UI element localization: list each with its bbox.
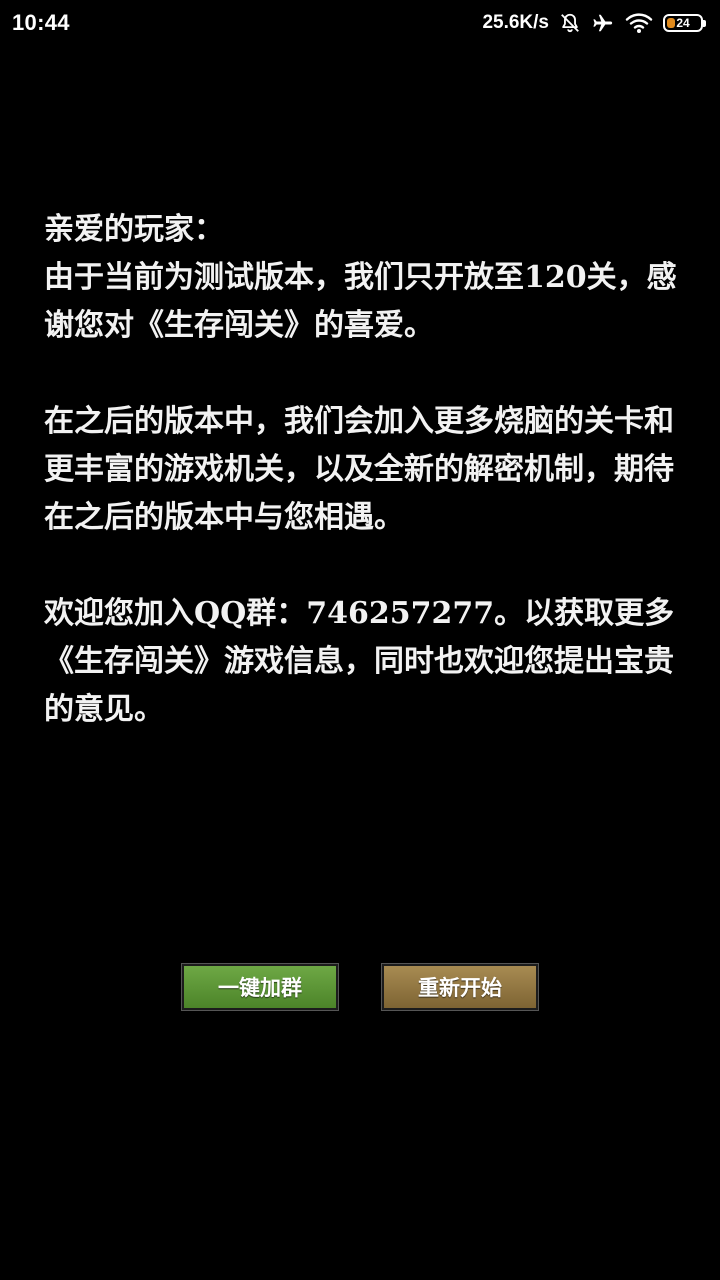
wifi-icon xyxy=(625,12,653,34)
notice-paragraph-1: 亲爱的玩家： 由于当前为测试版本，我们只开放至120关，感谢您对《生存闯关》的喜爱… xyxy=(44,206,684,350)
join-group-button[interactable]: 一键加群 xyxy=(181,963,339,1011)
battery-level: 24 xyxy=(676,16,690,30)
status-bar: 10:44 25.6K/s 24 xyxy=(0,0,720,46)
greeting-text: 亲爱的玩家： xyxy=(44,212,224,247)
bell-muted-icon xyxy=(559,12,581,34)
status-icons: 25.6K/s 24 xyxy=(482,12,706,34)
notice-text-3: 欢迎您加入QQ群：746257277。以获取更多《生存闯关》游戏信息，同时也欢迎… xyxy=(44,596,675,727)
notice-text-2: 在之后的版本中，我们会加入更多烧脑的关卡和更丰富的游戏机关，以及全新的解密机制，… xyxy=(44,404,674,535)
airplane-icon xyxy=(591,12,615,34)
status-time: 10:44 xyxy=(12,10,70,35)
notice-paragraph-2: 在之后的版本中，我们会加入更多烧脑的关卡和更丰富的游戏机关，以及全新的解密机制，… xyxy=(44,398,684,542)
restart-button[interactable]: 重新开始 xyxy=(381,963,539,1011)
battery-icon: 24 xyxy=(663,14,706,32)
notice-paragraph-3: 欢迎您加入QQ群：746257277。以获取更多《生存闯关》游戏信息，同时也欢迎… xyxy=(44,590,684,734)
network-speed: 25.6K/s xyxy=(482,12,549,33)
notice-text-1: 由于当前为测试版本，我们只开放至120关，感谢您对《生存闯关》的喜爱。 xyxy=(44,260,677,343)
notice-message: 亲爱的玩家： 由于当前为测试版本，我们只开放至120关，感谢您对《生存闯关》的喜爱… xyxy=(44,206,684,734)
